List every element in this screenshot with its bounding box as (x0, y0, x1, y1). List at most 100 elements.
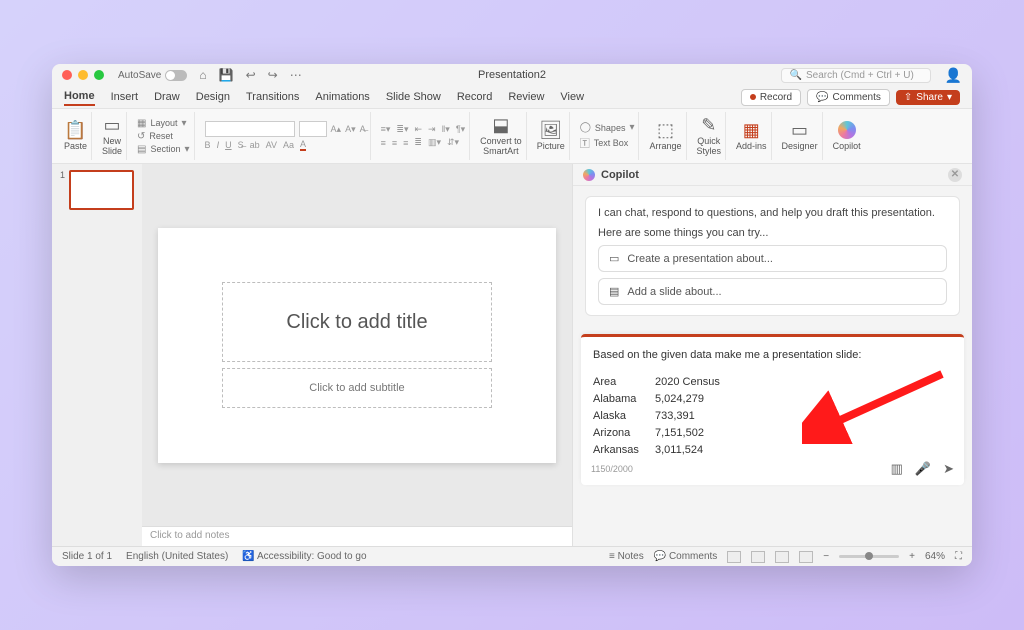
minimize-window-button[interactable] (78, 70, 88, 80)
smartart-label: Convert to SmartArt (480, 136, 522, 156)
status-language[interactable]: English (United States) (126, 551, 228, 562)
strike-icon[interactable]: S̶ (238, 140, 244, 150)
paste-group[interactable]: 📋Paste (60, 112, 92, 160)
suggestion-add-slide[interactable]: ▤Add a slide about... (598, 278, 947, 305)
search-input[interactable]: 🔍 Search (Cmd + Ctrl + U) (781, 68, 931, 83)
font-size-select[interactable] (299, 121, 327, 137)
tab-animations[interactable]: Animations (315, 89, 369, 105)
shapes-button[interactable]: ◯Shapes▾ (580, 122, 635, 133)
home-icon[interactable]: ⌂ (199, 68, 206, 82)
tab-transitions[interactable]: Transitions (246, 89, 299, 105)
justify-icon[interactable]: ≣ (414, 137, 422, 148)
save-icon[interactable]: 💾 (219, 68, 234, 82)
align-right-icon[interactable]: ≡ (403, 138, 408, 148)
notebook-icon[interactable]: ▥ (891, 461, 903, 477)
tab-insert[interactable]: Insert (111, 89, 139, 105)
overflow-icon[interactable]: 👤 (945, 67, 962, 84)
section-button[interactable]: ▤Section▾ (137, 144, 190, 155)
share-button[interactable]: ⇧Share▾ (896, 90, 960, 105)
undo-icon[interactable]: ↩ (246, 68, 256, 82)
copilot-ribbon-button[interactable]: Copilot (829, 112, 865, 160)
arrange-button[interactable]: ⬚Arrange (645, 112, 686, 160)
layout-button[interactable]: ▦Layout▾ (137, 118, 187, 129)
notes-pane[interactable]: Click to add notes (142, 526, 572, 546)
line-spacing-icon[interactable]: ‖▾ (442, 124, 450, 135)
notes-ph-text: Click to add notes (150, 530, 230, 541)
zoom-in-button[interactable]: + (909, 551, 915, 562)
chevron-down-icon: ▾ (185, 144, 190, 155)
input-data-table: Area2020 Census Alabama5,024,279 Alaska7… (593, 374, 952, 457)
view-reading-icon[interactable] (775, 551, 789, 563)
redo-icon[interactable]: ↪ (268, 68, 278, 82)
close-window-button[interactable] (62, 70, 72, 80)
close-panel-button[interactable]: ✕ (948, 168, 962, 182)
tab-home[interactable]: Home (64, 88, 95, 106)
send-icon[interactable]: ➤ (943, 461, 954, 477)
designer-button[interactable]: ▭Designer (778, 112, 823, 160)
copilot-panel: Copilot ✕ I can chat, respond to questio… (572, 164, 972, 546)
title-placeholder[interactable]: Click to add title (222, 282, 492, 362)
section-icon: ▤ (137, 144, 146, 155)
new-slide-button[interactable]: ▭New Slide (98, 112, 127, 160)
mic-icon[interactable]: 🎤 (915, 461, 931, 477)
font-color-icon[interactable]: A (300, 139, 306, 151)
addins-button[interactable]: ▦Add-ins (732, 112, 772, 160)
zoom-slider[interactable] (839, 555, 899, 558)
view-slideshow-icon[interactable] (799, 551, 813, 563)
suggestion-create-presentation[interactable]: ▭Create a presentation about... (598, 245, 947, 272)
numbering-icon[interactable]: ≣▾ (396, 124, 408, 135)
status-notes-button[interactable]: ≡ Notes (609, 551, 644, 562)
zoom-out-button[interactable]: − (823, 551, 829, 562)
tab-record[interactable]: Record (457, 89, 492, 105)
fit-window-icon[interactable]: ⛶ (955, 551, 962, 562)
shadow-icon[interactable]: ab (250, 140, 260, 150)
smartart-button[interactable]: ⬓Convert to SmartArt (476, 112, 527, 160)
zoom-percent[interactable]: 64% (925, 551, 945, 562)
tab-slideshow[interactable]: Slide Show (386, 89, 441, 105)
columns-icon[interactable]: ▥▾ (428, 137, 441, 148)
highlight-icon[interactable]: Aa (283, 140, 294, 150)
indent-inc-icon[interactable]: ⇥ (428, 124, 436, 135)
layout-group: ▦Layout▾ ↺Reset ▤Section▾ (133, 112, 195, 160)
indent-dec-icon[interactable]: ⇤ (414, 124, 422, 135)
a11y-label: Accessibility: Good to go (257, 551, 367, 562)
font-family-select[interactable] (205, 121, 295, 137)
sug1-label: Create a presentation about... (627, 253, 773, 265)
textbox-button[interactable]: 🅃Text Box (580, 135, 629, 150)
quick-styles-button[interactable]: ✎Quick Styles (693, 112, 727, 160)
align-center-icon[interactable]: ≡ (392, 138, 397, 148)
slide-icon: ▤ (609, 285, 619, 298)
align-left-icon[interactable]: ≡ (381, 138, 386, 148)
view-sorter-icon[interactable] (751, 551, 765, 563)
tab-review[interactable]: Review (508, 89, 544, 105)
slide-thumbnail-1[interactable] (69, 170, 134, 210)
view-normal-icon[interactable] (727, 551, 741, 563)
text-dir-icon[interactable]: ¶▾ (456, 124, 465, 135)
autosave-toggle[interactable]: AutoSave (118, 70, 187, 81)
underline-icon[interactable]: U (225, 140, 232, 150)
reset-button[interactable]: ↺Reset (137, 131, 173, 142)
status-comments-button[interactable]: 💬 Comments (654, 551, 718, 562)
picture-button[interactable]: 🖼Picture (533, 112, 570, 160)
italic-icon[interactable]: I (217, 140, 220, 150)
decrease-font-icon[interactable]: A▾ (345, 124, 356, 135)
tab-draw[interactable]: Draw (154, 89, 180, 105)
clear-format-icon[interactable]: A̶ (360, 124, 366, 134)
tbl-r1c2: 5,024,279 (655, 391, 704, 408)
status-accessibility[interactable]: ♿ Accessibility: Good to go (242, 551, 366, 562)
more-icon[interactable]: ⋯ (290, 68, 302, 82)
record-button[interactable]: Record (741, 89, 801, 106)
copilot-input[interactable]: Based on the given data make me a presen… (581, 334, 964, 485)
tab-design[interactable]: Design (196, 89, 230, 105)
subtitle-placeholder[interactable]: Click to add subtitle (222, 368, 492, 408)
spacing-icon[interactable]: AV (266, 140, 277, 150)
titlebar: AutoSave ⌂ 💾 ↩ ↪ ⋯ Presentation2 🔍 Searc… (52, 64, 972, 86)
bold-icon[interactable]: B (205, 140, 211, 150)
comments-button[interactable]: 💬Comments (807, 89, 890, 106)
maximize-window-button[interactable] (94, 70, 104, 80)
bullets-icon[interactable]: ≡▾ (381, 124, 391, 135)
increase-font-icon[interactable]: A▴ (331, 124, 342, 135)
slide-canvas[interactable]: Click to add title Click to add subtitle (142, 164, 572, 526)
tab-view[interactable]: View (560, 89, 584, 105)
align-vert-icon[interactable]: ⇵▾ (447, 137, 459, 148)
